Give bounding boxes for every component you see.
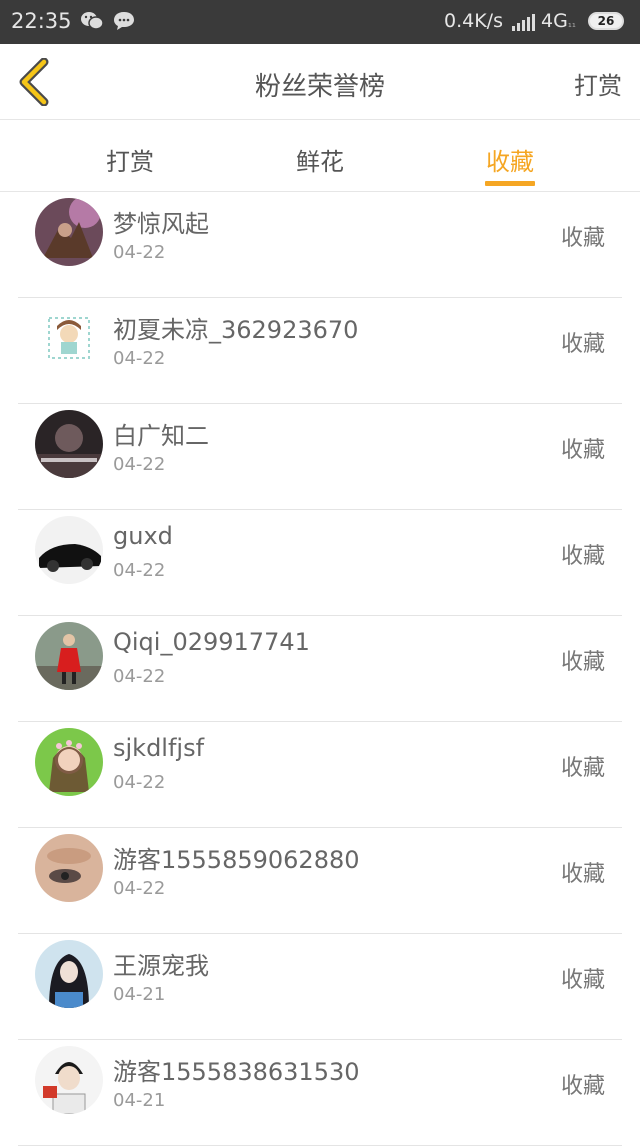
avatar — [35, 198, 103, 266]
network-sub: ₁₁ — [567, 19, 576, 30]
battery-icon: 26 — [588, 12, 624, 30]
list-item[interactable]: 游客1555838631530 04-21 收藏 — [18, 1040, 622, 1146]
action-label: 收藏 — [560, 544, 605, 569]
nav-bar: 粉丝荣誉榜 打赏 — [0, 44, 640, 120]
user-name: 游客1555859062880 — [113, 846, 360, 874]
avatar — [35, 834, 103, 902]
network-speed: 0.4K/s — [444, 10, 503, 32]
tab-flowers[interactable]: 鲜花 — [260, 142, 380, 177]
avatar — [35, 410, 103, 478]
active-tab-indicator — [485, 181, 535, 186]
page-title: 粉丝荣誉榜 — [254, 72, 385, 102]
user-name: 初夏未凉_362923670 — [113, 316, 359, 344]
action-label: 收藏 — [560, 650, 605, 675]
avatar — [35, 304, 103, 372]
date: 04-22 — [113, 348, 166, 369]
network-type-label: 4G — [541, 10, 568, 32]
list-item[interactable]: 初夏未凉_362923670 04-22 收藏 — [18, 298, 622, 404]
fan-list: 梦惊风起 04-22 收藏 初夏未凉_362923670 04-22 收藏 白广… — [0, 192, 640, 1146]
user-name: 游客1555838631530 — [113, 1058, 360, 1086]
tab-reward[interactable]: 打赏 — [70, 142, 190, 177]
date: 04-21 — [113, 984, 166, 1005]
date: 04-22 — [113, 454, 166, 475]
avatar — [35, 728, 103, 796]
date: 04-21 — [113, 1090, 166, 1111]
action-label: 收藏 — [560, 1074, 605, 1099]
user-name: 梦惊风起 — [113, 210, 209, 238]
date: 04-22 — [113, 878, 166, 899]
status-time: 22:35 — [11, 9, 72, 33]
reward-button[interactable]: 打赏 — [574, 66, 622, 101]
status-bar: 22:35 0.4K/s 4G₁₁ 26 — [0, 0, 640, 44]
user-name: guxd — [113, 522, 173, 550]
list-item[interactable]: sjkdlfjsf 04-22 收藏 — [18, 722, 622, 828]
wechat-icon — [80, 10, 104, 37]
avatar — [35, 940, 103, 1008]
date: 04-22 — [113, 666, 166, 687]
date: 04-22 — [113, 560, 166, 581]
list-item[interactable]: 游客1555859062880 04-22 收藏 — [18, 828, 622, 934]
user-name: Qiqi_029917741 — [113, 628, 310, 656]
avatar — [35, 1046, 103, 1114]
action-label: 收藏 — [560, 226, 605, 251]
user-name: 王源宠我 — [113, 952, 209, 980]
list-item[interactable]: Qiqi_029917741 04-22 收藏 — [18, 616, 622, 722]
network-type: 4G₁₁ — [541, 10, 576, 32]
user-name: 白广知二 — [113, 422, 209, 450]
tab-bar: 打赏 鲜花 收藏 — [0, 120, 640, 192]
list-item[interactable]: 王源宠我 04-21 收藏 — [18, 934, 622, 1040]
avatar — [35, 622, 103, 690]
signal-icon — [511, 12, 537, 37]
action-label: 收藏 — [560, 862, 605, 887]
date: 04-22 — [113, 242, 166, 263]
user-name: sjkdlfjsf — [113, 734, 205, 762]
list-item[interactable]: 白广知二 04-22 收藏 — [18, 404, 622, 510]
date: 04-22 — [113, 772, 166, 793]
action-label: 收藏 — [560, 756, 605, 781]
action-label: 收藏 — [560, 438, 605, 463]
chat-bubble-icon — [112, 10, 136, 37]
avatar — [35, 516, 103, 584]
action-label: 收藏 — [560, 968, 605, 993]
list-item[interactable]: 梦惊风起 04-22 收藏 — [18, 192, 622, 298]
tab-collect[interactable]: 收藏 — [450, 142, 570, 177]
list-item[interactable]: guxd 04-22 收藏 — [18, 510, 622, 616]
action-label: 收藏 — [560, 332, 605, 357]
